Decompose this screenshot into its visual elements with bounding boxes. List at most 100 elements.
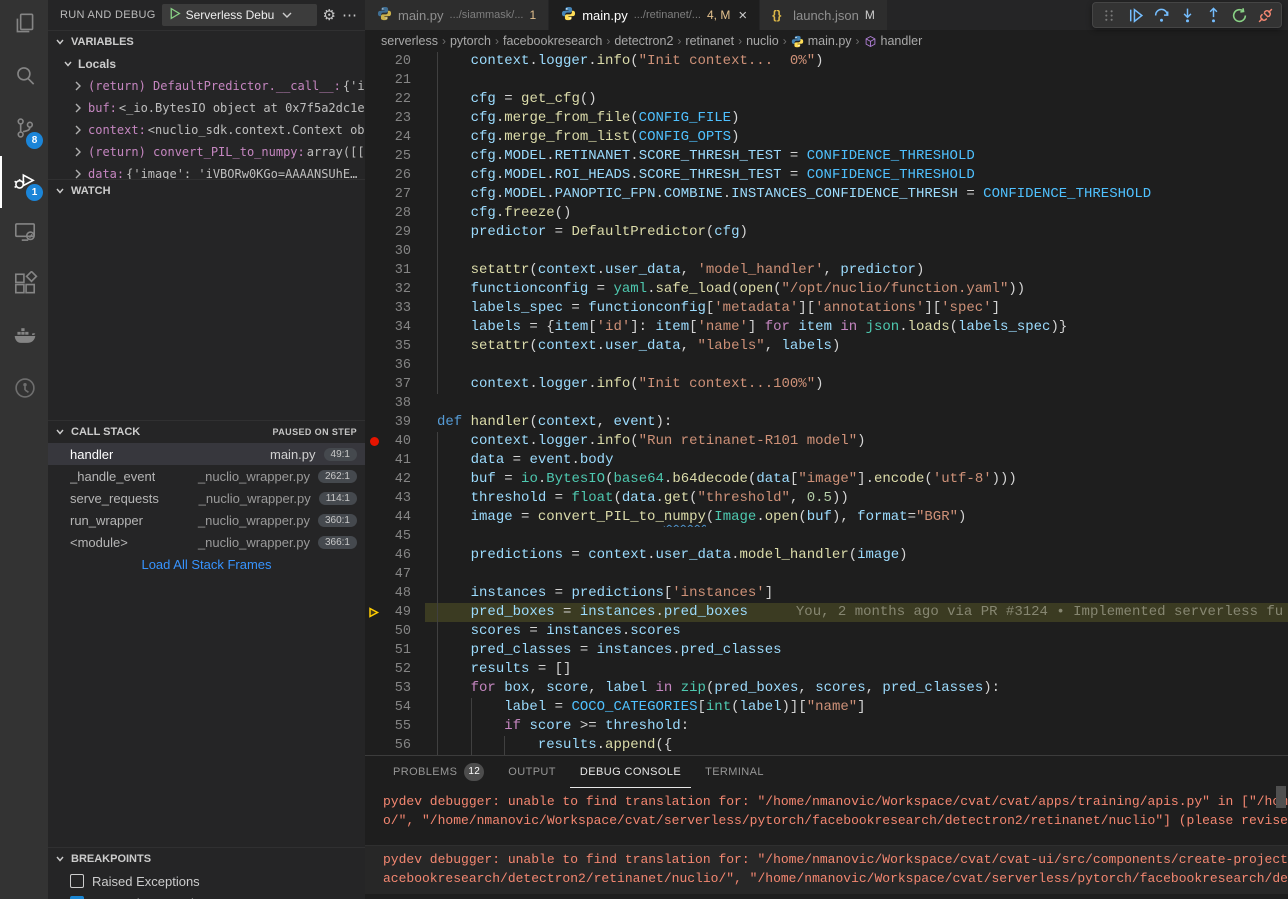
more-actions-icon[interactable]: ⋯ — [342, 8, 357, 23]
line-gutter[interactable]: 31 — [365, 261, 425, 280]
line-gutter[interactable]: 39 — [365, 413, 425, 432]
breadcrumb-item-retinanet[interactable]: retinanet — [685, 34, 734, 48]
line-gutter[interactable]: 24 — [365, 128, 425, 147]
activity-source-control-button[interactable]: 8 — [0, 104, 48, 156]
line-gutter[interactable]: 50 — [365, 622, 425, 641]
breadcrumb-item-pytorch[interactable]: pytorch — [450, 34, 491, 48]
line-gutter[interactable]: 42 — [365, 470, 425, 489]
call-stack-section-header[interactable]: CALL STACK PAUSED ON STEP — [48, 421, 365, 443]
locals-group[interactable]: Locals — [48, 53, 365, 75]
line-gutter[interactable]: 35 — [365, 337, 425, 356]
code-token: . — [597, 338, 605, 354]
panel-tab-output[interactable]: OUTPUT — [498, 756, 566, 788]
call-stack-frame[interactable]: run_wrapper_nuclio_wrapper.py360:1 — [48, 509, 365, 531]
variables-section-header[interactable]: VARIABLES — [48, 31, 365, 53]
code-token: cfg — [714, 224, 739, 240]
line-gutter[interactable]: 47 — [365, 565, 425, 584]
breadcrumb-item-nuclio[interactable]: nuclio — [746, 34, 779, 48]
line-gutter[interactable]: 37 — [365, 375, 425, 394]
line-gutter[interactable]: 56 — [365, 736, 425, 755]
breadcrumb-item-serverless[interactable]: serverless — [381, 34, 438, 48]
line-number: 49 — [383, 605, 425, 620]
line-gutter[interactable]: 45 — [365, 527, 425, 546]
line-gutter[interactable]: 33 — [365, 299, 425, 318]
breadcrumb-item-detectron2[interactable]: detectron2 — [614, 34, 673, 48]
line-gutter[interactable]: 55 — [365, 717, 425, 736]
variable-row[interactable]: data: {'image': 'iVBORw0KGo=AAAANSUhE… 5… — [48, 163, 365, 179]
line-gutter[interactable]: 30 — [365, 242, 425, 261]
gear-icon[interactable]: ⚙ — [323, 8, 336, 23]
line-gutter[interactable]: 36 — [365, 356, 425, 375]
variable-row[interactable]: buf: <_io.BytesIO object at 0x7f5a2dc1ec… — [48, 97, 365, 119]
line-gutter[interactable]: 46 — [365, 546, 425, 565]
load-all-stack-frames-link[interactable]: Load All Stack Frames — [48, 553, 365, 575]
editor-tab-launch.json[interactable]: {}launch.jsonM — [760, 0, 888, 30]
close-icon[interactable]: × — [738, 7, 747, 24]
editor-tab-main.py[interactable]: main.py.../siammask/...1 — [365, 0, 549, 30]
call-stack-frame[interactable]: handlermain.py49:1 — [48, 443, 365, 465]
line-gutter[interactable]: 51 — [365, 641, 425, 660]
line-gutter[interactable]: 38 — [365, 394, 425, 413]
line-gutter[interactable]: 25 — [365, 147, 425, 166]
line-gutter[interactable]: 43 — [365, 489, 425, 508]
call-stack-frame[interactable]: _handle_event_nuclio_wrapper.py262:1 — [48, 465, 365, 487]
debug-console-output[interactable]: pydev debugger: unable to find translati… — [365, 788, 1288, 899]
line-gutter[interactable]: 21 — [365, 71, 425, 90]
line-gutter[interactable]: 40 — [365, 432, 425, 451]
line-gutter[interactable]: 41 — [365, 451, 425, 470]
panel-scrollbar[interactable] — [1276, 786, 1286, 808]
line-gutter[interactable]: 52 — [365, 660, 425, 679]
breadcrumb-label: serverless — [381, 34, 438, 48]
code-line-53: 53 for box, score, label in zip(pred_box… — [365, 679, 1288, 698]
panel-tab-problems[interactable]: PROBLEMS12 — [383, 756, 494, 788]
activity-explorer-button[interactable] — [0, 0, 48, 52]
activity-remote-explorer-button[interactable] — [0, 208, 48, 260]
activity-pipeline-button[interactable] — [0, 364, 48, 416]
line-gutter[interactable]: 48 — [365, 584, 425, 603]
call-stack-frame[interactable]: <module>_nuclio_wrapper.py366:1 — [48, 531, 365, 553]
step-into-button[interactable] — [1175, 4, 1199, 26]
variable-row[interactable]: (return) convert_PIL_to_numpy: array([[[… — [48, 141, 365, 163]
restart-button[interactable] — [1227, 4, 1251, 26]
panel-tab-terminal[interactable]: TERMINAL — [695, 756, 774, 788]
disconnect-button[interactable] — [1253, 4, 1277, 26]
line-gutter[interactable]: 22 — [365, 90, 425, 109]
line-gutter[interactable]: 20 — [365, 52, 425, 71]
line-gutter[interactable]: 28 — [365, 204, 425, 223]
console-line: pydev debugger: unable to find translati… — [383, 792, 1288, 811]
line-gutter[interactable]: 53 — [365, 679, 425, 698]
code-token: setattr — [471, 262, 530, 278]
continue-button[interactable] — [1123, 4, 1147, 26]
variable-row[interactable]: context: <nuclio_sdk.context.Context obj… — [48, 119, 365, 141]
panel-tab-debug-console[interactable]: DEBUG CONSOLE — [570, 756, 691, 788]
step-over-button[interactable] — [1149, 4, 1173, 26]
code-token: , — [681, 338, 698, 354]
breakpoint-checkbox[interactable] — [70, 874, 84, 888]
call-stack-frame[interactable]: serve_requests_nuclio_wrapper.py114:1 — [48, 487, 365, 509]
watch-section-header[interactable]: WATCH — [48, 180, 365, 202]
code-editor[interactable]: 20 context.logger.info("Init context... … — [365, 52, 1288, 755]
line-gutter[interactable]: 49 — [365, 603, 425, 622]
line-gutter[interactable]: 44 — [365, 508, 425, 527]
line-gutter[interactable]: 54 — [365, 698, 425, 717]
breadcrumb-item-handler[interactable]: handler — [864, 34, 923, 48]
line-gutter[interactable]: 27 — [365, 185, 425, 204]
breadcrumb-item-facebookresearch[interactable]: facebookresearch — [503, 34, 602, 48]
line-gutter[interactable]: 34 — [365, 318, 425, 337]
breadcrumb-item-main.py[interactable]: main.py — [791, 34, 852, 48]
line-gutter[interactable]: 32 — [365, 280, 425, 299]
activity-search-button[interactable] — [0, 52, 48, 104]
breakpoints-section-header[interactable]: BREAKPOINTS — [48, 848, 365, 870]
activity-extensions-button[interactable] — [0, 260, 48, 312]
line-gutter[interactable]: 29 — [365, 223, 425, 242]
editor-tab-main.py[interactable]: main.py.../retinanet/...4, M× — [549, 0, 760, 30]
step-out-button[interactable] — [1201, 4, 1225, 26]
activity-docker-button[interactable] — [0, 312, 48, 364]
line-gutter[interactable]: 23 — [365, 109, 425, 128]
code-line-content: labels = {item['id']: item['name'] for i… — [425, 318, 1288, 337]
debug-config-dropdown[interactable]: Serverless Debu — [162, 4, 317, 26]
variable-row[interactable]: (return) DefaultPredictor.__call__: {'in… — [48, 75, 365, 97]
start-debugging-icon[interactable] — [168, 7, 181, 23]
activity-run-and-debug-button[interactable]: 1 — [0, 156, 48, 208]
line-gutter[interactable]: 26 — [365, 166, 425, 185]
